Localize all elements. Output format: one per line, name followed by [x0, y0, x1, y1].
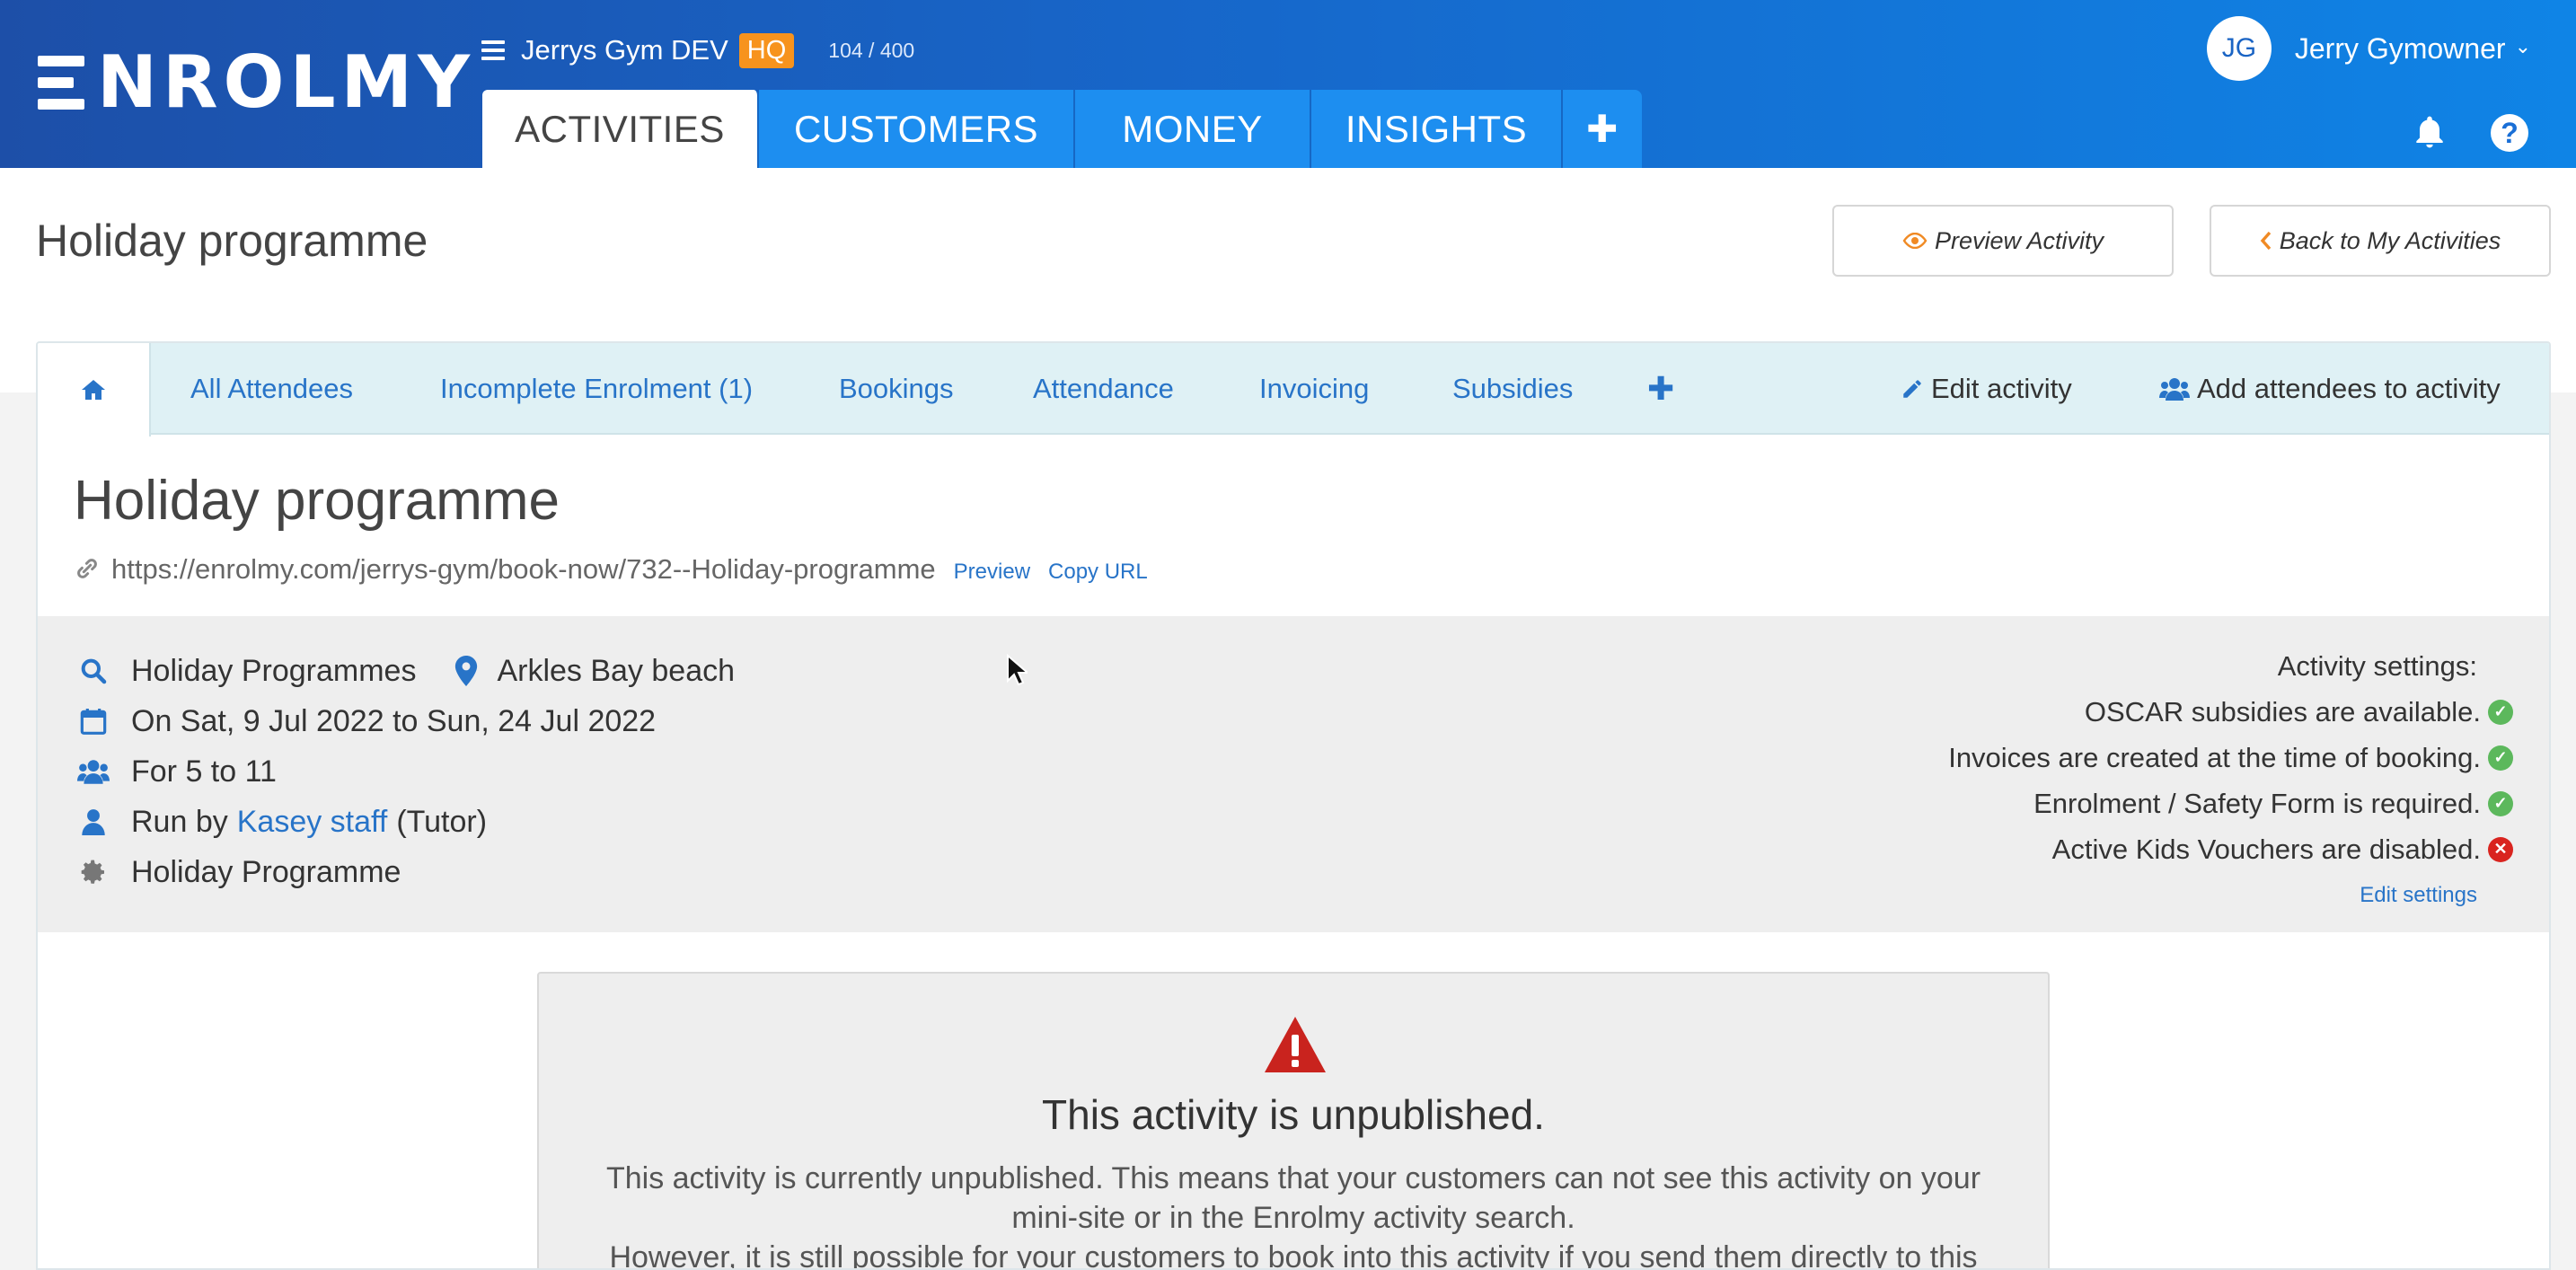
hq-badge: HQ — [738, 32, 795, 68]
programme-type: Holiday Programme — [131, 854, 401, 889]
tab-invoicing[interactable]: Invoicing — [1259, 343, 1369, 435]
link-icon — [77, 559, 97, 578]
chevron-down-icon[interactable]: ⌄ — [2515, 35, 2531, 58]
activity-details-panel: Holiday Programmes Arkles Bay beach On S… — [38, 616, 2549, 932]
calendar-icon — [77, 705, 110, 737]
alert-body-line: mini-site or in the Enrolmy activity sea… — [1011, 1201, 1575, 1235]
alert-body-line: This activity is currently unpublished. … — [605, 1161, 1981, 1195]
top-navigation-bar: NROLMY Jerrys Gym DEV HQ 104 / 400 ACTIV… — [0, 0, 2576, 168]
preview-link[interactable]: Preview — [954, 560, 1030, 585]
edit-settings-link[interactable]: Edit settings — [2360, 883, 2513, 908]
user-name[interactable]: Jerry Gymowner — [2295, 32, 2506, 66]
add-attendees-link[interactable]: Add attendees to activity — [2159, 343, 2501, 435]
preview-activity-button[interactable]: Preview Activity — [1832, 205, 2174, 277]
check-circle-icon: ✓ — [2488, 745, 2513, 771]
run-by-row: Run by Kasey staff (Tutor) — [77, 801, 487, 842]
edit-activity-link[interactable]: Edit activity — [1901, 343, 2072, 435]
activity-subtabs: All Attendees Incomplete Enrolment (1) B… — [38, 343, 2549, 437]
activity-ages: For 5 to 11 — [131, 754, 277, 789]
activity-url[interactable]: https://enrolmy.com/jerrys-gym/book-now/… — [111, 553, 936, 586]
setting-active-kids-vouchers: Active Kids Vouchers are disabled. ✕ — [1948, 826, 2513, 872]
avatar[interactable]: JG — [2206, 16, 2272, 81]
home-icon — [82, 380, 105, 400]
notification-bell-icon[interactable] — [2410, 113, 2449, 153]
enrolmy-logo[interactable]: NROLMY — [36, 47, 470, 119]
check-circle-icon: ✓ — [2488, 790, 2513, 816]
search-icon — [77, 655, 110, 687]
tab-insights[interactable]: INSIGHTS — [1311, 90, 1563, 168]
add-attendees-label: Add attendees to activity — [2197, 373, 2501, 404]
settings-heading: Activity settings: — [2277, 649, 2477, 682]
tab-home[interactable] — [38, 343, 151, 437]
ages-row: For 5 to 11 — [77, 751, 277, 792]
activity-category: Holiday Programmes — [131, 653, 417, 688]
alert-title: This activity is unpublished. — [1042, 1091, 1545, 1138]
tab-bookings[interactable]: Bookings — [839, 343, 954, 435]
logo-text: NROLMY — [97, 40, 476, 124]
users-icon — [77, 755, 110, 788]
tab-attendance[interactable]: Attendance — [1033, 343, 1174, 435]
tab-subsidies[interactable]: Subsidies — [1452, 343, 1573, 435]
add-tab-plus-icon[interactable]: ✚ — [1563, 90, 1642, 168]
setting-enrolment-form: Enrolment / Safety Form is required. ✓ — [1948, 781, 2513, 826]
setting-oscar-subsidies: OSCAR subsidies are available. ✓ — [1948, 689, 2513, 735]
setting-text: Invoices are created at the time of book… — [1948, 741, 2481, 773]
member-count: 104 / 400 — [828, 38, 915, 62]
category-location-row: Holiday Programmes Arkles Bay beach — [77, 650, 735, 692]
activity-dates: On Sat, 9 Jul 2022 to Sun, 24 Jul 2022 — [131, 703, 657, 738]
warning-triangle-icon — [1265, 1017, 1326, 1072]
organisation-name[interactable]: Jerrys Gym DEV — [521, 34, 728, 66]
setting-text: OSCAR subsidies are available. — [2084, 695, 2481, 728]
tab-activities[interactable]: ACTIVITIES — [482, 90, 759, 168]
back-to-my-activities-button[interactable]: Back to My Activities — [2210, 205, 2551, 277]
preview-activity-label: Preview Activity — [1934, 226, 2104, 254]
setting-text: Enrolment / Safety Form is required. — [2033, 787, 2481, 819]
activity-location: Arkles Bay beach — [497, 653, 736, 688]
page-title: Holiday programme — [36, 216, 428, 266]
eye-icon — [1902, 233, 1928, 249]
dates-row: On Sat, 9 Jul 2022 to Sun, 24 Jul 2022 — [77, 701, 656, 742]
tab-incomplete-enrolment[interactable]: Incomplete Enrolment (1) — [440, 343, 753, 435]
alert-body-line: However, it is still possible for your c… — [609, 1240, 1978, 1270]
logo-e-mark — [38, 56, 84, 110]
tab-money[interactable]: MONEY — [1075, 90, 1311, 168]
organisation-switcher[interactable]: Jerrys Gym DEV HQ 104 / 400 — [481, 31, 914, 70]
tutor-role: (Tutor) — [396, 804, 488, 839]
tutor-name-link[interactable]: Kasey staff — [237, 805, 388, 840]
hamburger-menu-icon[interactable] — [481, 40, 505, 60]
user-menu[interactable]: JG Jerry Gymowner ⌄ — [2206, 16, 2531, 81]
setting-invoices-timing: Invoices are created at the time of book… — [1948, 735, 2513, 781]
map-marker-icon — [450, 655, 482, 687]
run-by-prefix: Run by — [131, 804, 228, 839]
activity-url-row: https://enrolmy.com/jerrys-gym/book-now/… — [74, 551, 1148, 586]
back-to-my-activities-label: Back to My Activities — [2279, 226, 2501, 254]
pencil-icon — [1903, 380, 1921, 398]
chevron-left-icon — [2260, 231, 2271, 251]
alert-body: This activity is currently unpublished. … — [593, 1159, 1994, 1270]
unpublished-alert: This activity is unpublished. This activ… — [537, 972, 2050, 1270]
help-icon[interactable]: ? — [2491, 114, 2528, 152]
users-icon — [2159, 378, 2190, 401]
add-subtab-plus-icon[interactable]: ✚ — [1647, 343, 1674, 435]
gear-icon — [77, 856, 110, 888]
user-icon — [77, 806, 110, 838]
times-circle-icon: ✕ — [2488, 836, 2513, 862]
programme-type-row: Holiday Programme — [77, 851, 401, 893]
tab-customers[interactable]: CUSTOMERS — [759, 90, 1075, 168]
main-navigation-tabs: ACTIVITIES CUSTOMERS MONEY INSIGHTS ✚ — [482, 90, 1642, 168]
edit-settings-row: Edit settings — [1948, 872, 2513, 918]
setting-text: Active Kids Vouchers are disabled. — [2051, 833, 2481, 865]
activity-title: Holiday programme — [74, 470, 560, 532]
copy-url-link[interactable]: Copy URL — [1048, 560, 1148, 585]
mouse-cursor-icon — [1007, 654, 1028, 686]
edit-activity-label: Edit activity — [1931, 373, 2072, 404]
activity-settings: Activity settings: OSCAR subsidies are a… — [1948, 643, 2513, 918]
tab-all-attendees[interactable]: All Attendees — [190, 343, 353, 435]
activity-card: All Attendees Incomplete Enrolment (1) B… — [36, 341, 2551, 1270]
check-circle-icon: ✓ — [2488, 699, 2513, 725]
